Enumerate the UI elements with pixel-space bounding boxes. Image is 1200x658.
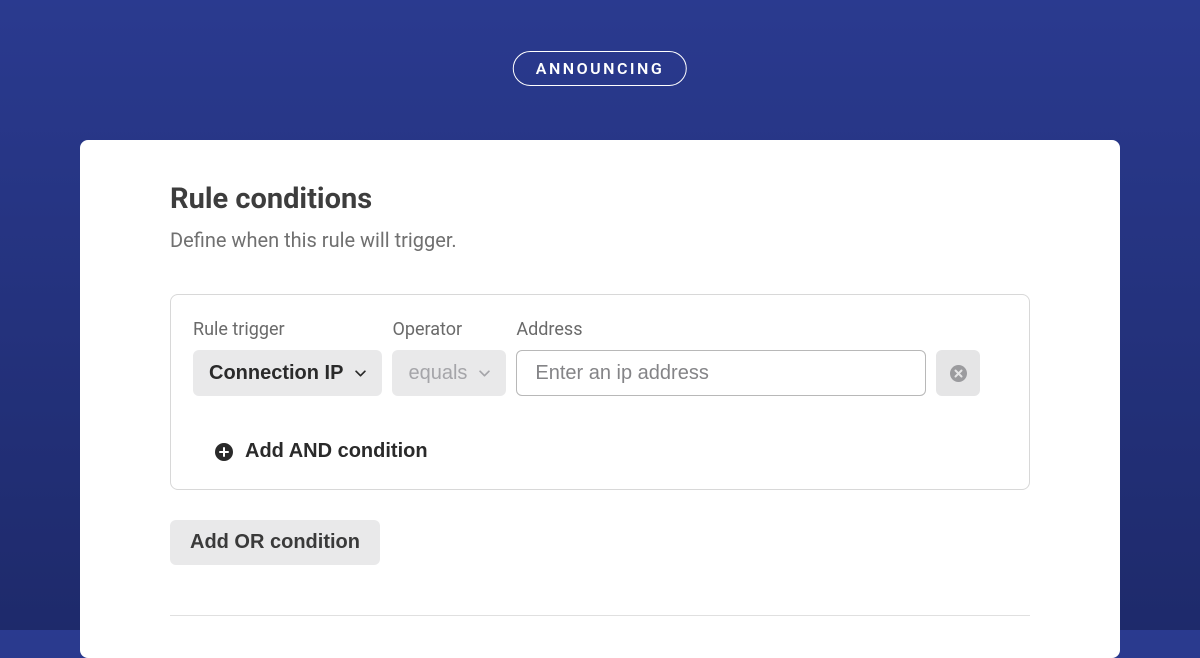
operator-field: Operator equals [392, 319, 506, 396]
rule-trigger-label: Rule trigger [193, 319, 382, 340]
rule-trigger-field: Rule trigger Connection IP [193, 319, 382, 396]
address-field: Address [516, 319, 926, 396]
operator-value: equals [408, 362, 467, 385]
rule-trigger-value: Connection IP [209, 362, 343, 385]
add-and-condition-button[interactable]: Add AND condition [215, 440, 428, 463]
rule-conditions-card: Rule conditions Define when this rule wi… [80, 140, 1120, 658]
plus-circle-icon [215, 443, 233, 461]
address-input[interactable] [516, 350, 926, 396]
remove-condition-button[interactable] [936, 350, 980, 396]
condition-row: Rule trigger Connection IP Operator equa… [193, 319, 1007, 396]
chevron-down-icon [479, 370, 490, 377]
operator-label: Operator [392, 319, 506, 340]
condition-group: Rule trigger Connection IP Operator equa… [170, 294, 1030, 490]
add-and-label: Add AND condition [245, 440, 428, 463]
rule-trigger-select[interactable]: Connection IP [193, 350, 382, 396]
operator-select[interactable]: equals [392, 350, 506, 396]
announcing-badge: ANNOUNCING [513, 51, 687, 86]
announcing-badge-text: ANNOUNCING [536, 59, 664, 78]
page-title: Rule conditions [170, 182, 1030, 216]
divider [170, 615, 1030, 616]
add-or-condition-button[interactable]: Add OR condition [170, 520, 380, 565]
add-or-label: Add OR condition [190, 531, 360, 553]
close-circle-icon [950, 365, 967, 382]
address-label: Address [516, 319, 926, 340]
chevron-down-icon [355, 370, 366, 377]
page-subtitle: Define when this rule will trigger. [170, 228, 1030, 252]
